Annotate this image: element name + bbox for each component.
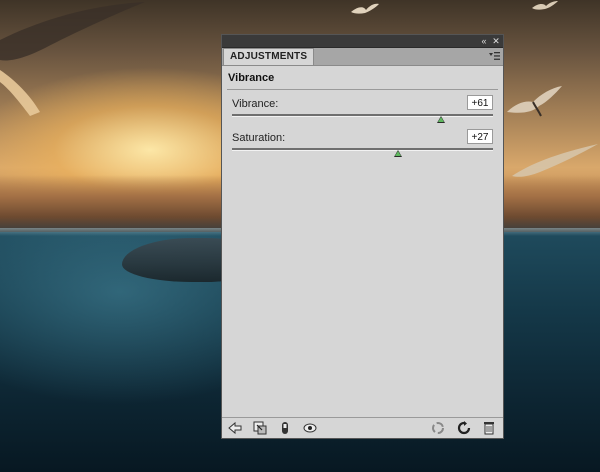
seagull-right bbox=[512, 144, 598, 177]
close-icon[interactable]: ✕ bbox=[491, 36, 501, 46]
saturation-value-field[interactable]: +27 bbox=[467, 129, 493, 144]
saturation-slider-thumb[interactable] bbox=[393, 150, 402, 157]
view-previous-state-icon[interactable] bbox=[302, 420, 318, 436]
vibrance-slider-track[interactable] bbox=[232, 114, 493, 117]
seagull-flying bbox=[507, 86, 562, 117]
panel-footer bbox=[222, 417, 503, 438]
delete-icon[interactable] bbox=[481, 420, 497, 436]
clip-to-layer-icon[interactable] bbox=[252, 420, 268, 436]
vibrance-slider-thumb[interactable] bbox=[436, 116, 445, 123]
vibrance-control: Vibrance: +61 bbox=[222, 90, 503, 124]
seagull-small bbox=[351, 3, 379, 14]
panel-tab-row: ADJUSTMENTS bbox=[222, 48, 503, 66]
collapse-icon[interactable]: « bbox=[479, 36, 489, 46]
adjustment-title: Vibrance bbox=[228, 72, 275, 84]
saturation-label: Saturation: bbox=[232, 132, 286, 144]
vibrance-value-field[interactable]: +61 bbox=[467, 95, 493, 110]
layer-visibility-icon[interactable] bbox=[277, 420, 293, 436]
seagull-large bbox=[0, 2, 145, 116]
saturation-slider-track[interactable] bbox=[232, 148, 493, 151]
adjustments-panel: « ✕ ADJUSTMENTS Vibrance Vibrance: +61 S… bbox=[221, 34, 504, 439]
tab-adjustments[interactable]: ADJUSTMENTS bbox=[223, 48, 315, 65]
saturation-control: Saturation: +27 bbox=[222, 124, 503, 158]
back-arrow-icon[interactable] bbox=[227, 420, 243, 436]
seagull-tiny bbox=[532, 1, 558, 10]
panel-title-bar[interactable]: « ✕ bbox=[222, 35, 503, 48]
reset-all-icon[interactable] bbox=[430, 420, 446, 436]
vibrance-label: Vibrance: bbox=[232, 98, 279, 110]
reset-icon[interactable] bbox=[456, 420, 472, 436]
panel-menu-icon[interactable] bbox=[488, 51, 500, 61]
